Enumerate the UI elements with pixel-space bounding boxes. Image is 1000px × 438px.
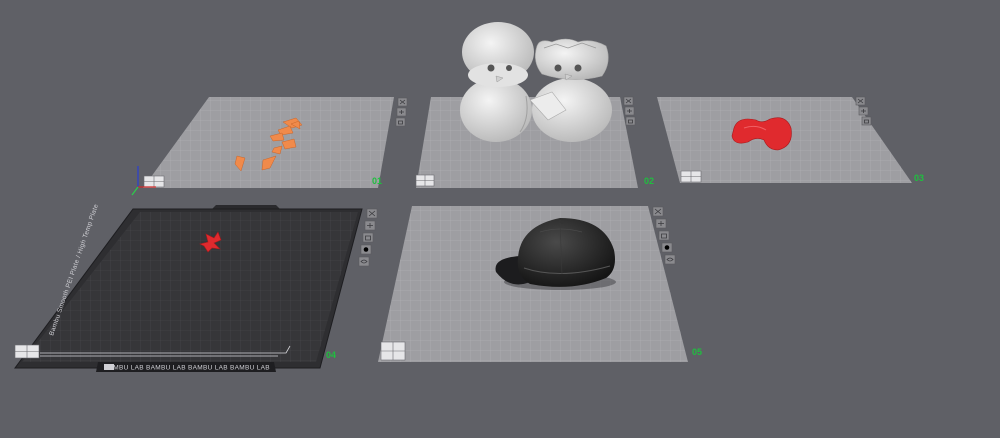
grid-icon[interactable] <box>364 220 376 231</box>
lock-icon[interactable] <box>362 232 374 243</box>
plate-toolbar[interactable] <box>358 208 378 267</box>
plate-01[interactable]: 01 <box>131 97 408 196</box>
plate-number: 03 <box>914 173 924 183</box>
settings-icon[interactable] <box>360 244 372 255</box>
bed-bottom-label: BAMBU LAB BAMBU LAB BAMBU LAB BAMBU LAB <box>104 365 270 372</box>
lock-icon[interactable] <box>658 230 670 241</box>
close-icon[interactable] <box>623 96 634 106</box>
plate-grid-icon[interactable] <box>143 175 165 188</box>
grid-icon[interactable] <box>858 106 869 116</box>
close-icon[interactable] <box>366 208 378 219</box>
plate-number: 01 <box>372 176 382 186</box>
plate-toolbar[interactable] <box>623 96 636 126</box>
close-icon[interactable] <box>397 97 408 107</box>
plate-grid-icon[interactable] <box>680 170 702 183</box>
plate-04[interactable]: BAMBU LAB BAMBU LAB BAMBU LAB BAMBU LAB … <box>14 203 378 372</box>
lock-icon[interactable] <box>625 116 636 126</box>
plate-toolbar[interactable] <box>395 97 408 127</box>
plate-02[interactable]: 02 <box>415 22 654 188</box>
plate-grid-icon[interactable] <box>415 174 435 187</box>
close-icon[interactable] <box>652 206 664 217</box>
plate-03[interactable]: 03 <box>657 96 924 183</box>
grid-icon[interactable] <box>624 106 635 116</box>
eye-icon[interactable] <box>664 254 676 265</box>
bed-logo-mark <box>104 364 114 370</box>
settings-icon[interactable] <box>661 242 673 253</box>
3d-viewport[interactable]: 01 02 03 BAMBU LAB BAMBU LAB BAMBU LAB B… <box>0 0 1000 438</box>
plate-number: 02 <box>644 176 654 186</box>
grid-icon[interactable] <box>655 218 667 229</box>
lock-icon[interactable] <box>861 116 872 126</box>
plate-05[interactable]: 05 <box>378 206 702 362</box>
plate-grid-icon[interactable] <box>380 341 406 361</box>
lock-icon[interactable] <box>395 117 406 127</box>
plate-number: 05 <box>692 347 702 357</box>
eye-icon[interactable] <box>358 256 370 267</box>
plate-grid-icon[interactable] <box>14 344 40 359</box>
grid-icon[interactable] <box>396 107 407 117</box>
close-icon[interactable] <box>855 96 866 106</box>
plate-number: 04 <box>326 350 336 360</box>
